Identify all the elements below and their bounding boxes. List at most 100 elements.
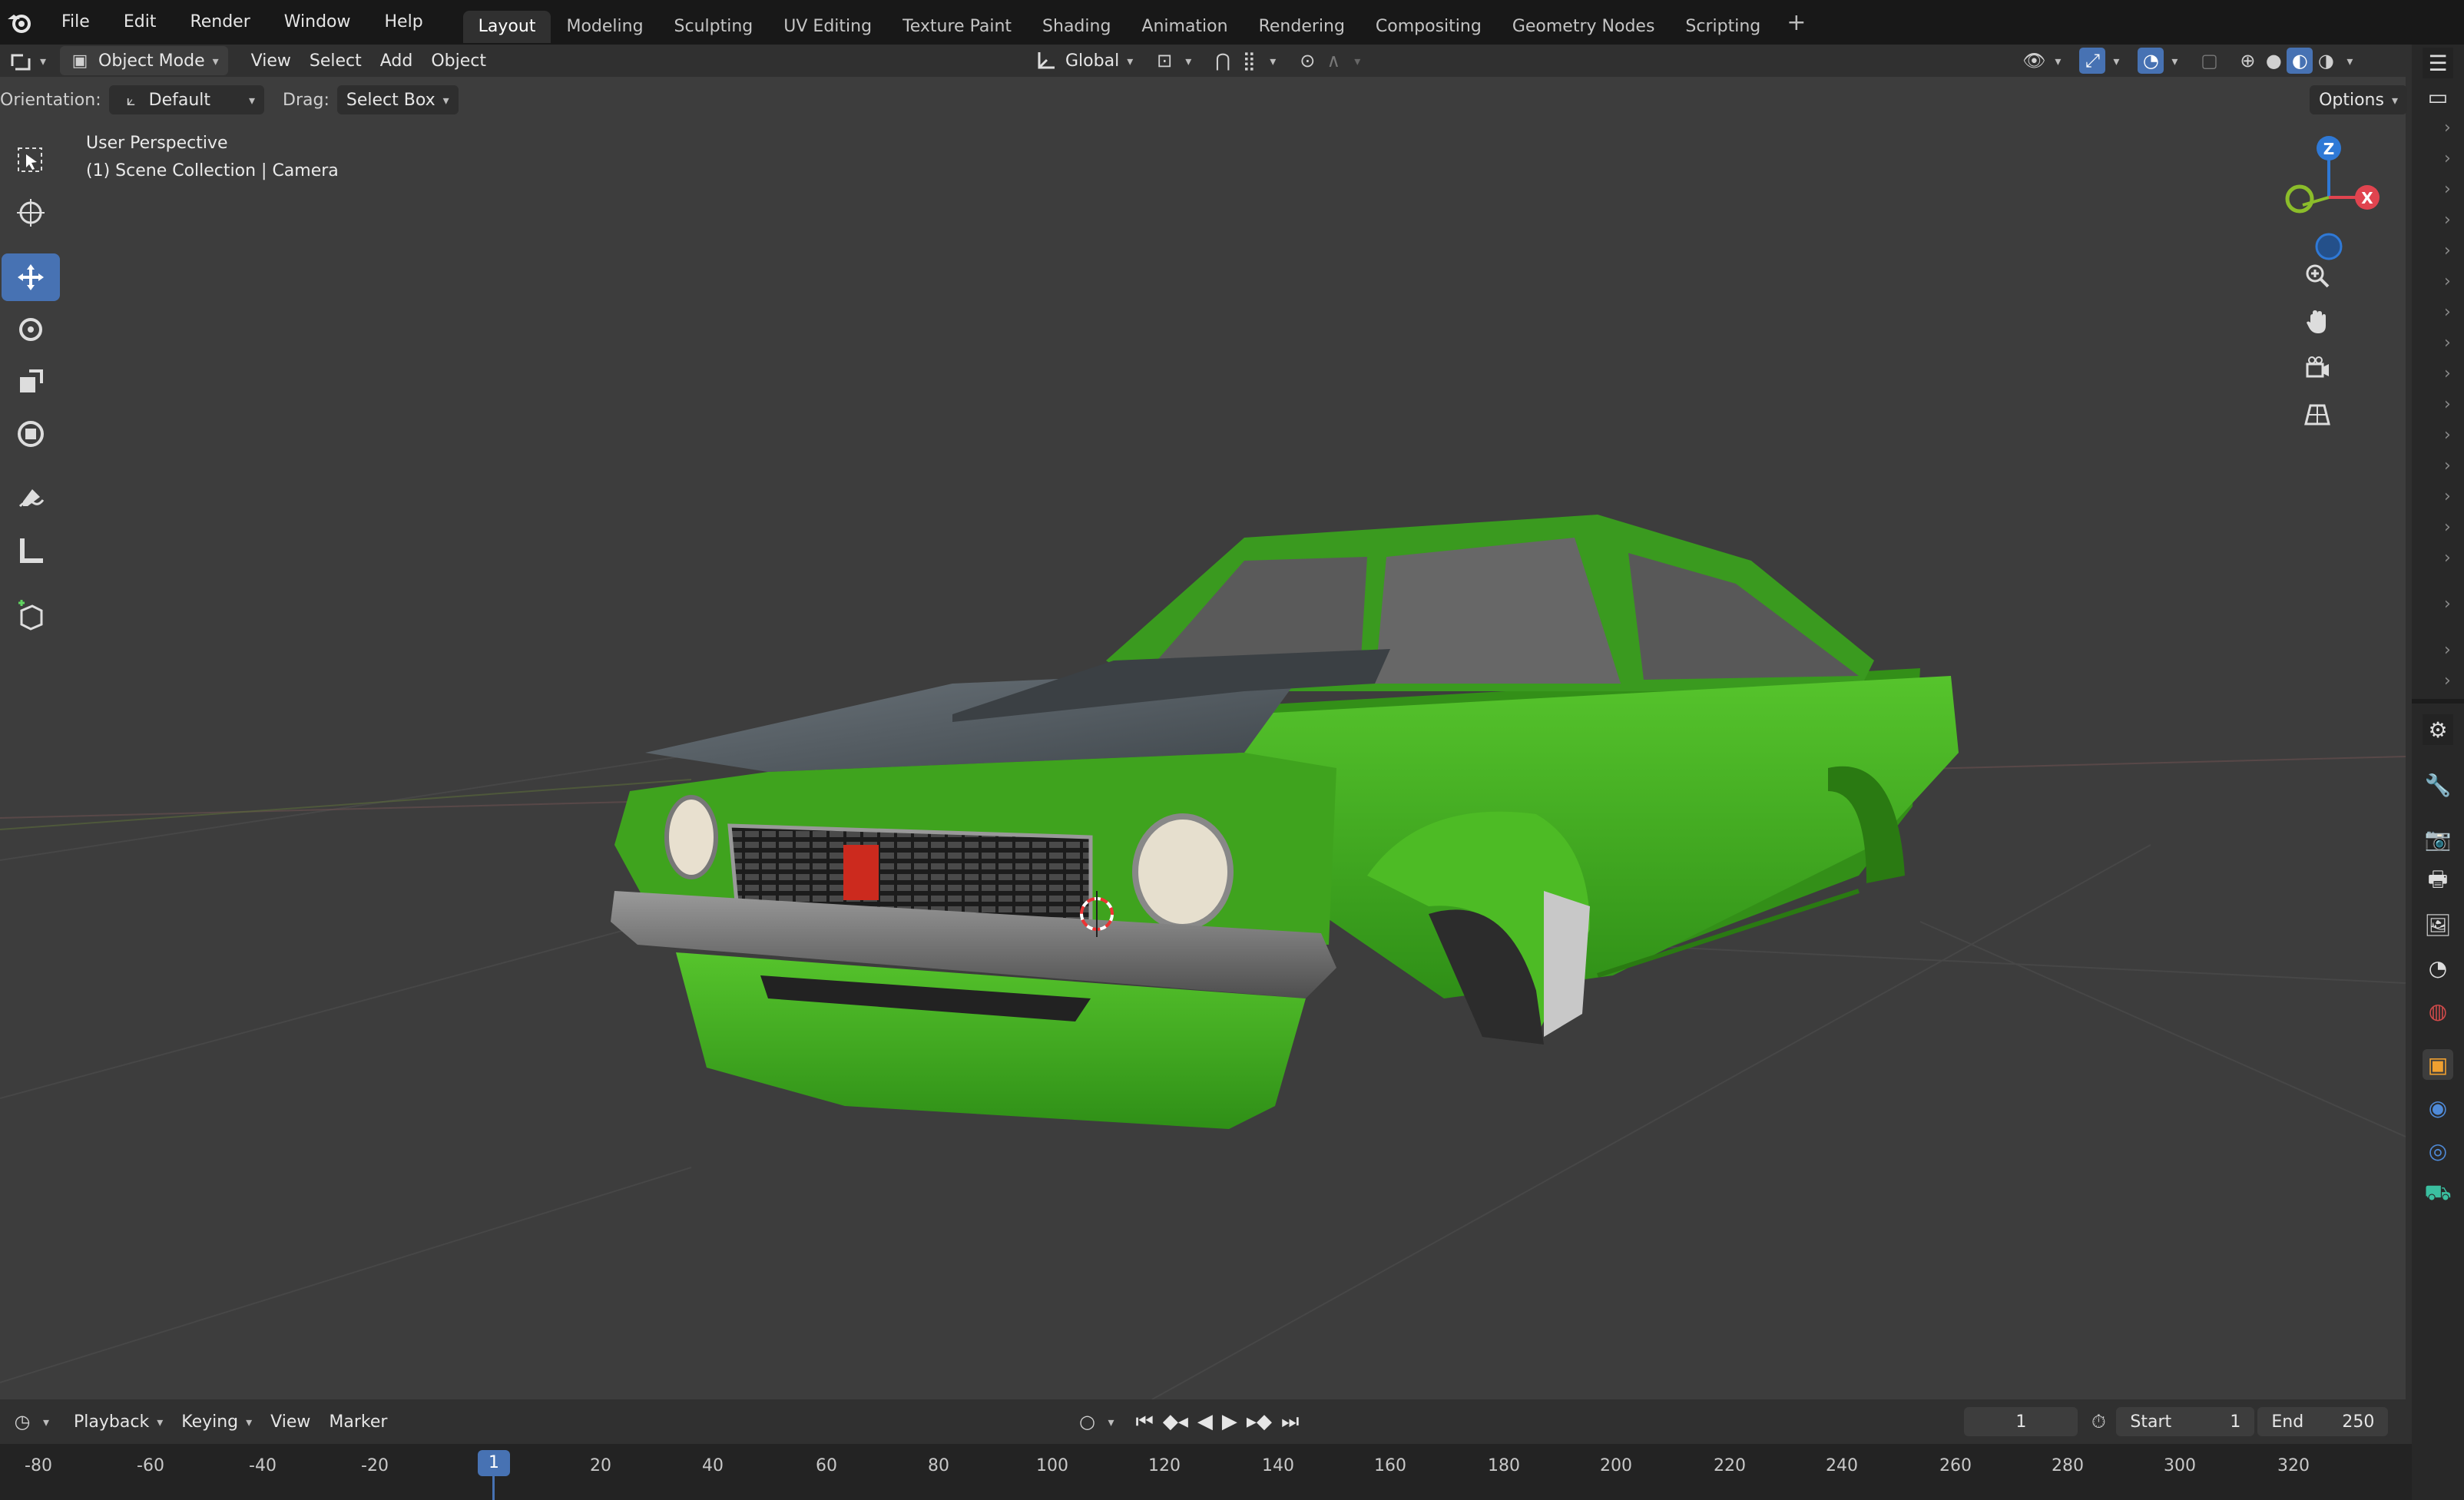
- outliner-chevron-icon[interactable]: ›: [2444, 149, 2451, 168]
- outliner-chevron-icon[interactable]: ›: [2444, 364, 2451, 383]
- move-tool-icon[interactable]: [2, 253, 60, 301]
- navigation-gizmo[interactable]: Z X: [2285, 136, 2380, 260]
- end-frame-field[interactable]: End 250: [2257, 1407, 2389, 1436]
- tab-geometry-nodes[interactable]: Geometry Nodes: [1497, 11, 1671, 43]
- menu-object[interactable]: Object: [422, 46, 495, 75]
- solid-shading-icon[interactable]: ●: [2260, 48, 2287, 74]
- output-properties-icon[interactable]: 🖶: [2423, 866, 2453, 897]
- physics-properties-icon[interactable]: ◎: [2423, 1135, 2453, 1166]
- pan-hand-icon[interactable]: [2297, 301, 2338, 343]
- cursor-tool-icon[interactable]: [2, 189, 60, 237]
- transform-tool-icon[interactable]: [2, 410, 60, 458]
- outliner-chevron-icon[interactable]: ›: [2444, 210, 2451, 230]
- menu-window[interactable]: Window: [267, 0, 368, 45]
- current-frame-field[interactable]: 1: [1964, 1407, 2078, 1436]
- world-properties-icon[interactable]: ◍: [2423, 995, 2453, 1026]
- outliner-chevron-icon[interactable]: ›: [2444, 671, 2451, 690]
- tab-modeling[interactable]: Modeling: [551, 11, 658, 43]
- perspective-grid-icon[interactable]: [2297, 393, 2338, 435]
- jump-start-icon[interactable]: ⏮: [1131, 1410, 1157, 1434]
- scene-properties-icon[interactable]: ◔: [2423, 952, 2453, 983]
- tab-shading[interactable]: Shading: [1027, 11, 1126, 43]
- tab-uv-editing[interactable]: UV Editing: [768, 11, 887, 43]
- menu-edit[interactable]: Edit: [107, 0, 174, 45]
- outliner-chevron-icon[interactable]: ›: [2444, 303, 2451, 322]
- object-properties-icon[interactable]: ▣: [2423, 1049, 2453, 1080]
- transform-orientation-dropdown[interactable]: Global ▾: [1025, 46, 1142, 75]
- area-divider[interactable]: [2412, 699, 2464, 704]
- pivot-point-dropdown[interactable]: ⊡ ▾: [1142, 46, 1201, 75]
- outliner-chevron-icon[interactable]: ›: [2444, 518, 2451, 537]
- menu-file[interactable]: File: [45, 0, 107, 45]
- menu-render[interactable]: Render: [173, 0, 267, 45]
- orientation-setting-dropdown[interactable]: ⟀ Default ▾: [108, 85, 265, 114]
- start-frame-field[interactable]: Start 1: [2116, 1407, 2255, 1436]
- next-keyframe-icon[interactable]: ▸◆: [1242, 1410, 1277, 1433]
- play-icon[interactable]: ▶: [1217, 1410, 1242, 1433]
- car-model[interactable]: [611, 515, 1959, 1129]
- material-preview-shading-icon[interactable]: ◐: [2287, 48, 2313, 74]
- tab-texture-paint[interactable]: Texture Paint: [887, 11, 1027, 43]
- render-properties-icon[interactable]: 📷: [2423, 823, 2453, 854]
- object-data-properties-icon[interactable]: ⛟: [2423, 1178, 2453, 1209]
- modifier-properties-icon[interactable]: ◉: [2423, 1092, 2453, 1123]
- prev-keyframe-icon[interactable]: ◆◂: [1158, 1410, 1193, 1433]
- 3d-viewport[interactable]: Z X User Perspective (1) Scene Collectio…: [0, 77, 2406, 1399]
- stopwatch-icon[interactable]: ⏱: [2085, 1409, 2111, 1435]
- menu-timeline-view[interactable]: View: [261, 1407, 320, 1436]
- outliner-filter-icon[interactable]: ▭: [2423, 81, 2453, 112]
- blender-logo-icon[interactable]: [6, 8, 34, 36]
- camera-view-icon[interactable]: [2297, 347, 2338, 389]
- menu-marker[interactable]: Marker: [320, 1407, 396, 1436]
- mode-selector[interactable]: ▣ Object Mode ▾: [60, 46, 228, 75]
- jump-end-icon[interactable]: ⏭: [1277, 1410, 1303, 1434]
- menu-view[interactable]: View: [242, 46, 300, 75]
- outliner-chevron-icon[interactable]: ›: [2444, 241, 2451, 260]
- scale-tool-icon[interactable]: [2, 358, 60, 406]
- snap-toggle[interactable]: ⋂ ⣿ ▾: [1201, 46, 1285, 75]
- add-cube-tool-icon[interactable]: [2, 591, 60, 639]
- tab-sculpting[interactable]: Sculpting: [659, 11, 769, 43]
- menu-select[interactable]: Select: [300, 46, 371, 75]
- timeline-editor-type-button[interactable]: ◷ ▾: [0, 1407, 58, 1436]
- measure-tool-icon[interactable]: [2, 527, 60, 575]
- visibility-dropdown[interactable]: 👁 ▾: [2012, 46, 2070, 75]
- auto-keying-toggle[interactable]: ○ ▾: [1065, 1407, 1123, 1436]
- outliner-chevron-icon[interactable]: ›: [2444, 487, 2451, 506]
- xray-toggle[interactable]: ▢: [2187, 46, 2231, 75]
- rendered-shading-icon[interactable]: ◑: [2313, 48, 2339, 74]
- menu-help[interactable]: Help: [368, 0, 440, 45]
- tab-compositing[interactable]: Compositing: [1360, 11, 1497, 43]
- tab-animation[interactable]: Animation: [1126, 11, 1243, 43]
- editor-type-button[interactable]: ▾: [0, 46, 55, 75]
- gizmo-toggle[interactable]: ⤢ ▾: [2070, 46, 2128, 75]
- tab-layout[interactable]: Layout: [462, 11, 551, 43]
- annotate-tool-icon[interactable]: [2, 475, 60, 522]
- play-reverse-icon[interactable]: ◀: [1193, 1410, 1217, 1433]
- outliner-chevron-icon[interactable]: ›: [2444, 548, 2451, 568]
- outliner-chevron-icon[interactable]: ›: [2444, 118, 2451, 137]
- tool-properties-icon[interactable]: 🔧: [2423, 770, 2453, 800]
- properties-editor-icon[interactable]: ⚙: [2423, 714, 2453, 745]
- select-box-tool-icon[interactable]: [2, 137, 60, 184]
- overlay-toggle[interactable]: ◔ ▾: [2128, 46, 2187, 75]
- rotate-tool-icon[interactable]: [2, 306, 60, 353]
- playhead-marker[interactable]: 1: [478, 1450, 510, 1476]
- zoom-icon[interactable]: [2297, 255, 2338, 296]
- proportional-editing[interactable]: ⊙ ∧ ▾: [1285, 46, 1369, 75]
- outliner-chevron-icon[interactable]: ›: [2444, 180, 2451, 199]
- tab-rendering[interactable]: Rendering: [1244, 11, 1360, 43]
- tab-scripting[interactable]: Scripting: [1670, 11, 1776, 43]
- view-layer-properties-icon[interactable]: 🖼: [2423, 909, 2453, 940]
- outliner-chevron-icon[interactable]: ›: [2444, 333, 2451, 353]
- wireframe-shading-icon[interactable]: ⊕: [2234, 48, 2260, 74]
- add-workspace-icon[interactable]: +: [1776, 9, 1817, 36]
- outliner-chevron-icon[interactable]: ›: [2444, 272, 2451, 291]
- frame-ruler[interactable]: -80 -60 -40 -20 1 20 40 60 80 100 120 14…: [0, 1444, 2412, 1500]
- outliner-chevron-icon[interactable]: ›: [2444, 594, 2451, 614]
- menu-playback[interactable]: Playback ▾: [65, 1407, 172, 1436]
- outliner-editor-icon[interactable]: ☰: [2423, 48, 2453, 78]
- outliner-chevron-icon[interactable]: ›: [2444, 425, 2451, 445]
- outliner-chevron-icon[interactable]: ›: [2444, 641, 2451, 660]
- menu-add[interactable]: Add: [371, 46, 422, 75]
